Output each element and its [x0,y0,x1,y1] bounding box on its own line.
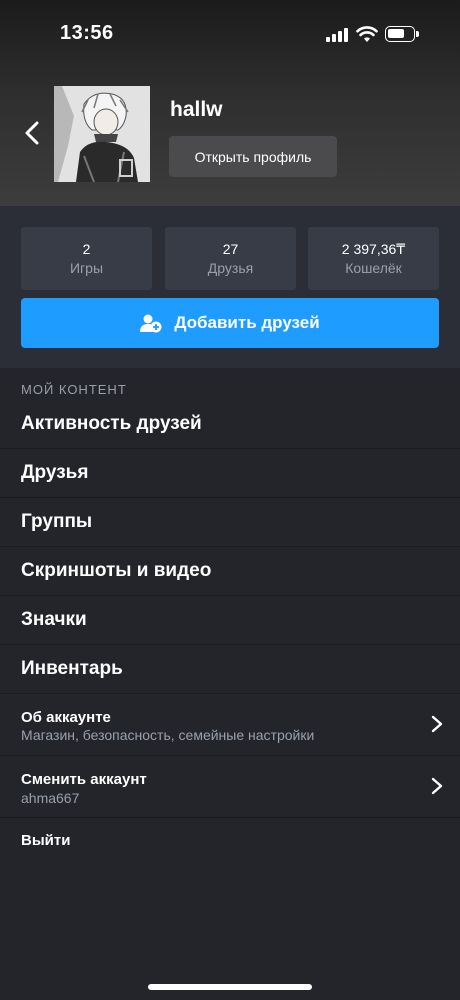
menu-item-label: Друзья [21,462,89,483]
status-time: 13:56 [60,22,114,44]
switch-account-subtitle: ahma667 [21,790,80,806]
menu-item-label: Скриншоты и видео [21,560,212,581]
stat-friends[interactable]: 27 Друзья [165,227,296,290]
status-bar: 13:56 [0,0,460,70]
open-profile-button[interactable]: Открыть профиль [169,136,337,177]
stat-wallet[interactable]: 2 397,36₸ Кошелёк [308,227,439,290]
account-settings-subtitle: Магазин, безопасность, семейные настройк… [21,727,315,743]
stat-wallet-value: 2 397,36₸ [341,241,406,257]
chevron-right-icon [431,715,443,733]
avatar[interactable] [54,86,150,182]
stat-games[interactable]: 2 Игры [21,227,152,290]
profile-header: 13:56 hallw Открыть профиль [0,0,460,206]
back-arrow-icon[interactable] [18,118,48,148]
logout-button[interactable]: Выйти [21,832,70,849]
wifi-icon [356,26,378,42]
stat-games-label: Игры [69,260,104,276]
menu-item-label: Группы [21,511,93,532]
menu-item-friends-activity[interactable]: Активность друзей [0,400,460,449]
menu-item-label: Значки [21,609,87,630]
stats-panel: 2 Игры 27 Друзья 2 397,36₸ Кошелёк Добав… [0,206,460,368]
menu-item-friends[interactable]: Друзья [0,449,460,498]
battery-icon [385,26,419,42]
section-title-my-content: МОЙ КОНТЕНТ [21,382,127,397]
switch-account-title: Сменить аккаунт [21,771,147,788]
menu-item-screenshots[interactable]: Скриншоты и видео [0,547,460,596]
home-indicator[interactable] [148,984,312,990]
stat-friends-value: 27 [222,241,239,257]
stat-friends-label: Друзья [207,260,254,276]
stat-wallet-label: Кошелёк [345,260,402,276]
menu-item-inventory[interactable]: Инвентарь [0,645,460,694]
chevron-right-icon [431,777,443,795]
add-friends-button[interactable]: Добавить друзей [21,298,439,348]
menu-item-label: Инвентарь [21,658,123,679]
add-friends-label: Добавить друзей [174,313,320,332]
account-settings-title: Об аккаунте [21,709,111,726]
switch-account-item[interactable]: Сменить аккаунт ahma667 [0,757,460,818]
menu-item-groups[interactable]: Группы [0,498,460,547]
add-user-icon [140,314,162,333]
stat-games-value: 2 [82,241,91,257]
menu-item-label: Активность друзей [21,413,202,434]
account-settings-item[interactable]: Об аккаунте Магазин, безопасность, семей… [0,694,460,756]
menu-item-badges[interactable]: Значки [0,596,460,645]
signal-icon [326,28,350,42]
username: hallw [170,98,223,121]
